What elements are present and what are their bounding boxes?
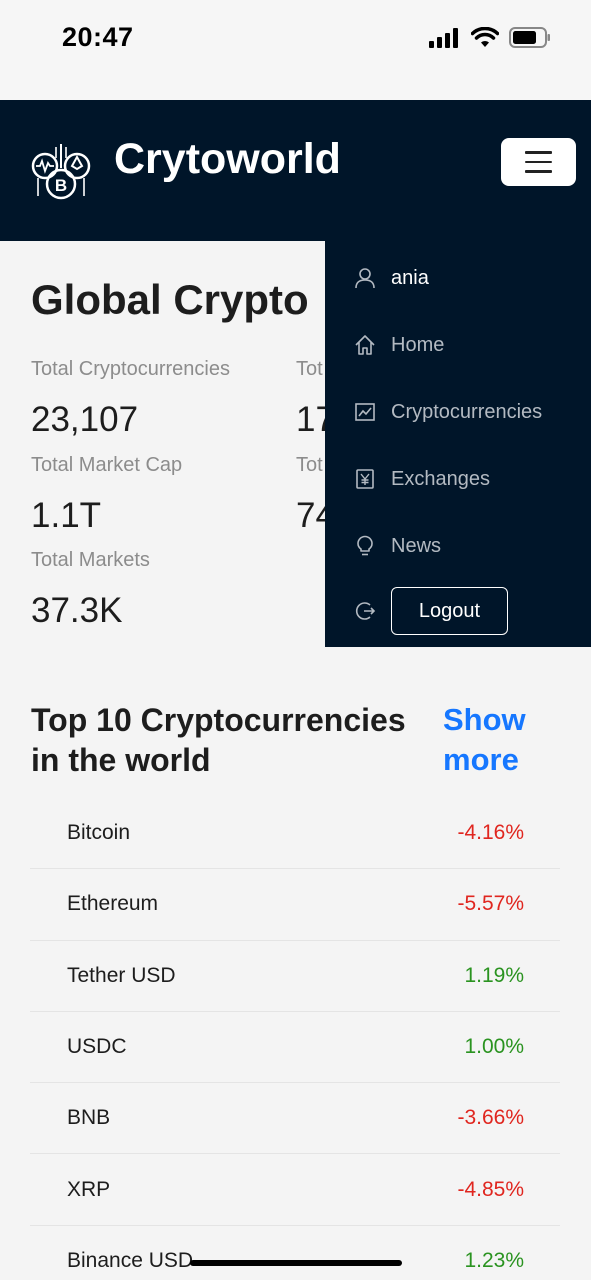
nav-item-label: Cryptocurrencies	[391, 400, 543, 423]
chart-icon	[355, 403, 375, 421]
home-indicator	[190, 1260, 402, 1266]
status-bar: 20:47	[0, 0, 591, 100]
stat-label-total-markets: Total Markets	[31, 549, 150, 571]
coin-row-xrp[interactable]: XRP -4.85%	[30, 1154, 560, 1226]
nav-item-home[interactable]: Home	[325, 320, 591, 370]
signal-icon	[429, 27, 458, 48]
coin-name: BNB	[67, 1106, 111, 1130]
status-time: 20:47	[62, 22, 134, 52]
nav-item-user[interactable]: ania	[325, 253, 591, 303]
coin-row-bitcoin[interactable]: Bitcoin -4.16%	[30, 798, 560, 870]
nav-item-news[interactable]: News	[325, 521, 591, 571]
coin-name: XRP	[67, 1177, 111, 1201]
coin-list: Bitcoin -4.16% Ethereum -5.57% Tether US…	[30, 798, 560, 1280]
nav-item-label: News	[391, 534, 442, 557]
coin-change: 1.19%	[464, 963, 524, 987]
stat-value-total-market-cap: 1.1T	[31, 496, 102, 535]
hamburger-icon	[525, 151, 552, 154]
stat-label-col2-row2: Tot	[296, 454, 323, 476]
menu-toggle-button[interactable]	[501, 138, 576, 186]
coin-row-ethereum[interactable]: Ethereum -5.57%	[30, 869, 560, 941]
coin-row-usdc[interactable]: USDC 1.00%	[30, 1012, 560, 1084]
coin-change: -3.66%	[457, 1106, 524, 1130]
stat-value-total-cryptocurrencies: 23,107	[31, 400, 139, 439]
nav-item-exchanges[interactable]: Exchanges	[325, 454, 591, 504]
coin-name: Bitcoin	[67, 821, 131, 845]
coin-name: USDC	[67, 1035, 127, 1059]
logout-button[interactable]: Logout	[391, 587, 508, 635]
exchange-icon	[356, 469, 374, 489]
logout-icon	[355, 602, 376, 620]
stat-label-total-market-cap: Total Market Cap	[31, 454, 183, 476]
stat-label-total-cryptocurrencies: Total Cryptocurrencies	[31, 358, 230, 380]
coin-row-tether[interactable]: Tether USD 1.19%	[30, 941, 560, 1012]
top10-title: Top 10 Cryptocurrencies in the world	[31, 702, 406, 778]
wifi-icon	[471, 27, 499, 47]
home-icon	[355, 335, 375, 355]
logo-icon[interactable]: B	[30, 140, 92, 202]
svg-text:B: B	[55, 176, 67, 195]
coin-change: -4.85%	[457, 1177, 524, 1201]
coin-change: -4.16%	[457, 821, 524, 845]
status-icons	[429, 27, 551, 48]
coin-name: Tether USD	[67, 963, 176, 987]
bulb-icon	[357, 535, 373, 556]
nav-item-cryptocurrencies[interactable]: Cryptocurrencies	[325, 387, 591, 437]
coin-change: 1.00%	[464, 1035, 524, 1059]
app-title: Crytoworld	[114, 135, 341, 183]
nav-item-label: Home	[391, 333, 445, 356]
user-icon	[355, 268, 375, 289]
show-more-link[interactable]: Show more	[443, 700, 543, 780]
coin-change: -5.57%	[457, 892, 524, 916]
coin-name: Binance USD	[67, 1249, 194, 1273]
nav-item-label: ania	[391, 266, 429, 289]
stat-label-col2-row1: Tot	[296, 358, 323, 380]
battery-icon	[509, 27, 550, 48]
coin-change: 1.23%	[464, 1249, 524, 1273]
page-title: Global Crypto	[31, 276, 309, 323]
nav-item-label: Exchanges	[391, 467, 490, 490]
coin-row-bnb[interactable]: BNB -3.66%	[30, 1083, 560, 1155]
nav-dropdown-menu: ania Home Cryptocurrencies Exchanges New…	[325, 241, 591, 647]
app-header: B Crytoworld	[0, 100, 591, 241]
coin-row-binance-usd[interactable]: Binance USD 1.23%	[30, 1226, 560, 1280]
coin-name: Ethereum	[67, 892, 159, 916]
stat-value-total-markets: 37.3K	[31, 591, 123, 630]
